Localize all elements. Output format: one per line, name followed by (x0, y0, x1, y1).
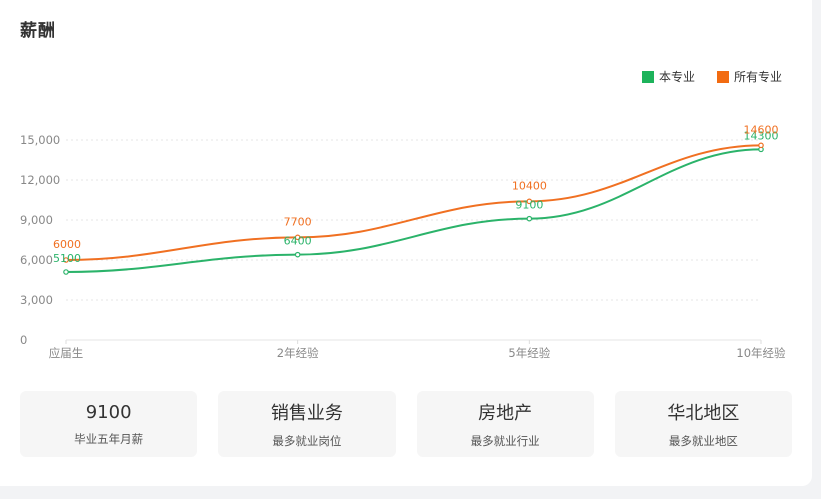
data-label: 5100 (53, 252, 81, 265)
y-tick-label: 9,000 (20, 213, 53, 227)
stat-card-industry: 房地产 最多就业行业 (416, 391, 594, 457)
y-tick-label: 3,000 (20, 293, 53, 307)
salary-line-chart: 0 3,000 6,000 9,000 12,000 15,000 应届生 2年经验 5年经验 1… (20, 123, 786, 360)
data-point (63, 269, 69, 275)
salary-card: 薪酬 本专业 所有专业 0 3,000 6,000 9,000 12,000 15,000… (0, 0, 812, 486)
x-tick-label: 应届生 (49, 346, 84, 360)
series-line-1 (65, 144, 762, 261)
x-tick-label: 2年经验 (277, 346, 319, 360)
x-tick-label: 5年经验 (508, 346, 550, 360)
data-point (526, 215, 533, 222)
data-label: 9100 (515, 199, 543, 212)
stat-label: 最多就业岗位 (272, 434, 342, 448)
data-label: 6400 (284, 235, 312, 248)
data-point (294, 251, 301, 258)
stat-label: 毕业五年月薪 (74, 431, 144, 446)
stat-card-salary: 9100 毕业五年月薪 (20, 391, 198, 457)
stat-card-position: 销售业务 最多就业岗位 (218, 391, 396, 457)
data-label: 10400 (512, 179, 547, 192)
data-label: 14600 (744, 123, 779, 136)
data-label: 6000 (53, 238, 81, 251)
stat-card-region: 华北地区 最多就业地区 (614, 391, 792, 457)
stat-value: 9100 (85, 401, 132, 423)
y-tick-label: 12,000 (20, 173, 60, 187)
y-tick-label: 15,000 (20, 133, 60, 147)
data-label: 7700 (284, 215, 312, 228)
y-tick-label: 6,000 (20, 253, 53, 267)
stat-value: 房地产 (478, 403, 533, 424)
stat-value: 销售业务 (270, 403, 343, 424)
stat-label: 最多就业行业 (470, 434, 540, 448)
stat-label: 最多就业地区 (668, 434, 738, 448)
data-point (758, 142, 764, 149)
stat-value: 华北地区 (667, 403, 740, 424)
stats-row: 9100 毕业五年月薪 销售业务 最多就业岗位 房地产 最多就业行业 华北地区 … (20, 391, 792, 457)
y-tick-label: 0 (20, 333, 27, 347)
x-tick-label: 10年经验 (736, 346, 786, 360)
